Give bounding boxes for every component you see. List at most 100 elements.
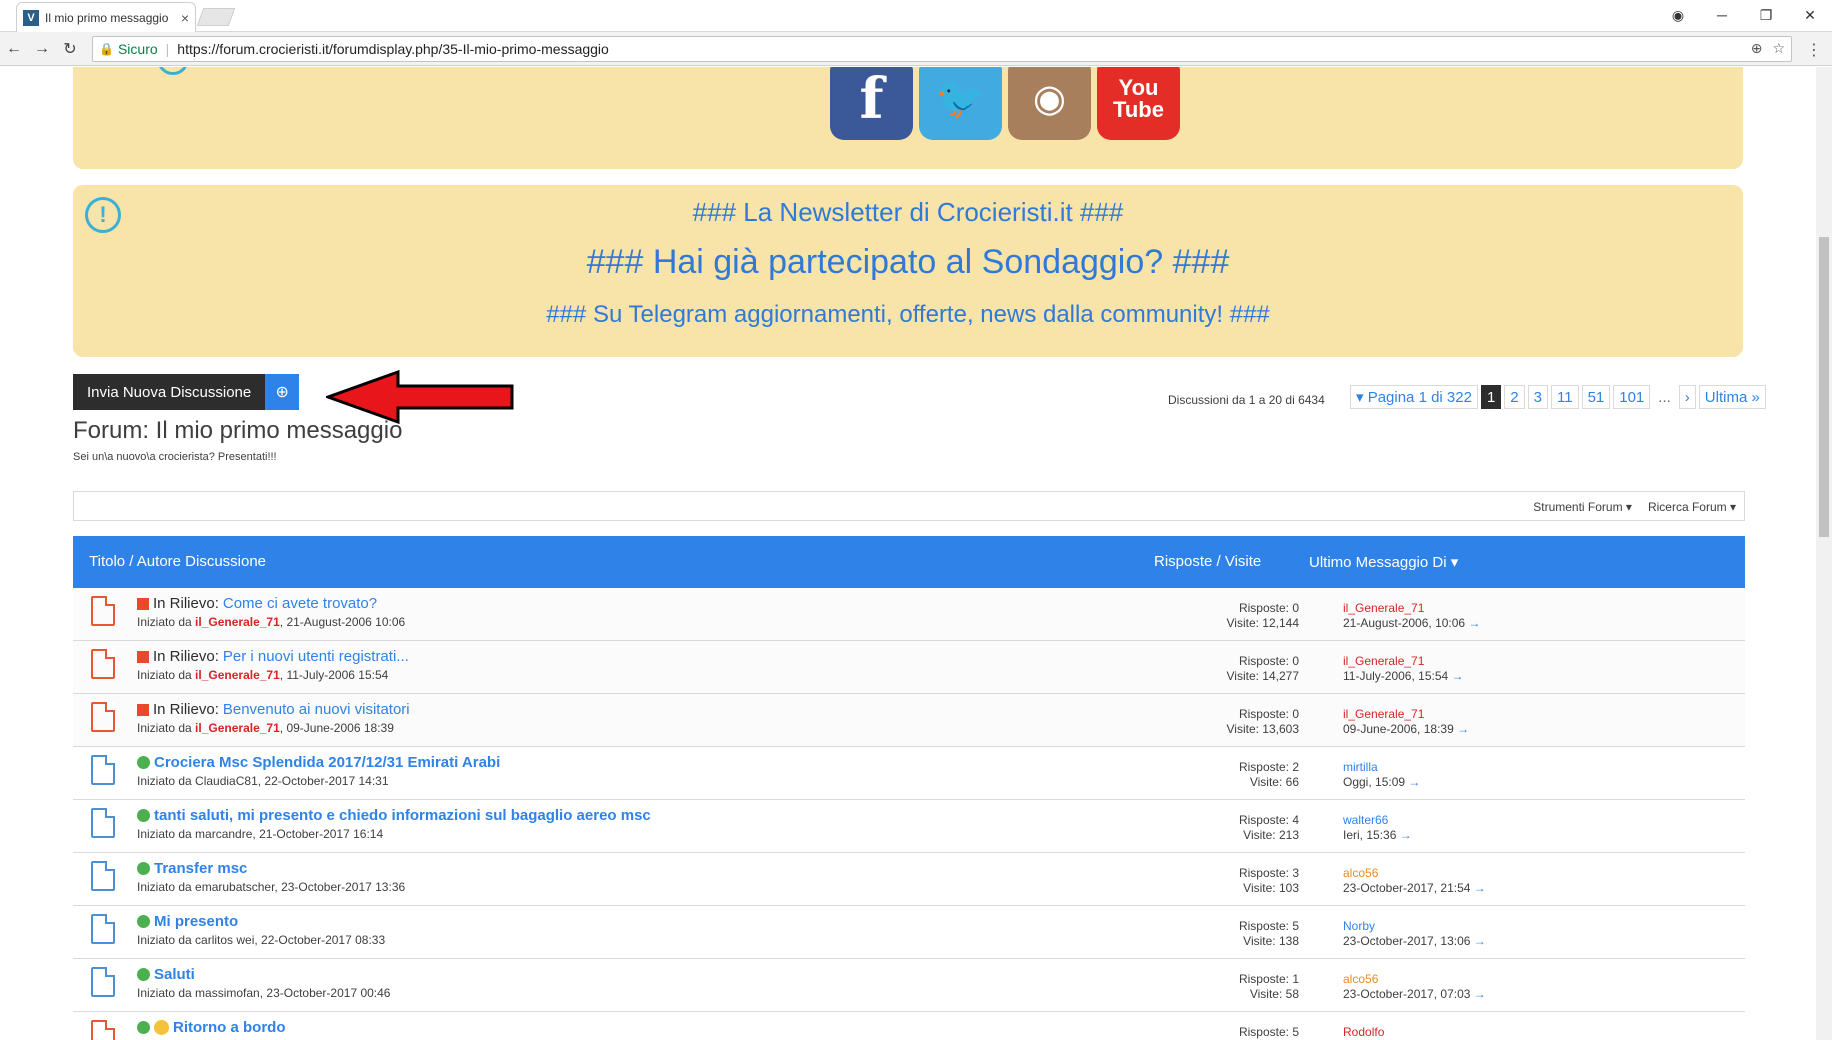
twitter-icon[interactable]: 🐦 xyxy=(919,67,1002,140)
thread-author-line: Iniziato da emarubatscher, 23-October-20… xyxy=(137,880,406,894)
thread-title-link[interactable]: Ritorno a bordo xyxy=(173,1019,286,1036)
last-poster-link[interactable]: alco56 xyxy=(1343,866,1486,881)
next-page-button[interactable]: › xyxy=(1678,385,1696,409)
go-to-last-post-icon[interactable]: → xyxy=(1474,987,1486,1001)
youtube-text-bottom: Tube xyxy=(1113,96,1164,122)
thread-title-link[interactable]: Benvenuto ai nuovi visitatori xyxy=(223,701,410,718)
thread-title-link[interactable]: Per i nuovi utenti registrati... xyxy=(223,648,409,665)
last-poster-link[interactable]: Rodolfo xyxy=(1343,1025,1384,1040)
table-row: Crociera Msc Splendida 2017/12/31 Emirat… xyxy=(73,747,1745,800)
last-poster-link[interactable]: mirtilla xyxy=(1343,760,1420,775)
thread-document-icon xyxy=(91,702,115,732)
views-count: Visite: 12,144 xyxy=(1226,616,1300,630)
last-poster-link[interactable]: Norby xyxy=(1343,919,1486,934)
thread-document-icon xyxy=(91,914,115,944)
thread-table-header: Titolo / Autore Discussione Risposte / V… xyxy=(73,536,1745,588)
telegram-link[interactable]: ### Su Telegram aggiornamenti, offerte, … xyxy=(73,301,1743,329)
instagram-icon[interactable]: ◉ xyxy=(1008,67,1091,140)
replies-count: Risposte: 5 xyxy=(1238,919,1299,933)
last-poster-link[interactable]: il_Generale_71 xyxy=(1343,601,1480,616)
thread-author-line: Iniziato da marcandre, 21-October-2017 1… xyxy=(137,827,384,841)
last-poster-link[interactable]: alco56 xyxy=(1343,972,1486,987)
thread-document-icon xyxy=(91,861,115,891)
thread-title-link[interactable]: Come ci avete trovato? xyxy=(223,595,377,612)
replies-count: Risposte: 1 xyxy=(1238,972,1299,986)
go-to-last-post-icon[interactable]: → xyxy=(1457,722,1469,736)
page-11[interactable]: 11 xyxy=(1550,385,1579,409)
browser-menu-icon[interactable]: ⋮ xyxy=(1806,40,1822,60)
last-poster-link[interactable]: il_Generale_71 xyxy=(1343,707,1469,722)
address-bar[interactable]: 🔒 Sicuro | https://forum.crocieristi.it/… xyxy=(92,36,1792,62)
views-count: Visite: 13,603 xyxy=(1226,722,1300,736)
author-link[interactable]: il_Generale_71 xyxy=(195,668,280,682)
new-post-icon xyxy=(137,756,150,769)
new-tab-button[interactable] xyxy=(196,8,236,26)
bookmark-star-icon[interactable]: ☆ xyxy=(1772,40,1785,57)
page-2[interactable]: 2 xyxy=(1504,385,1525,409)
thread-title-link[interactable]: Mi presento xyxy=(154,913,238,930)
author-prefix: Iniziato da xyxy=(137,668,196,682)
omnibox-actions: ⊕ ☆ xyxy=(1751,40,1785,57)
thread-list: In Rilievo: Come ci avete trovato? Inizia… xyxy=(73,588,1745,1040)
page-1[interactable]: 1 xyxy=(1480,385,1502,409)
author-link[interactable]: il_Generale_71 xyxy=(195,721,280,735)
profile-icon[interactable]: ◉ xyxy=(1656,7,1700,24)
thread-author-line: Iniziato da carlitos wei, 22-October-201… xyxy=(137,933,386,947)
search-forum-dropdown[interactable]: Ricerca Forum ▾ xyxy=(1648,500,1736,514)
new-post-icon xyxy=(137,1021,150,1034)
forum-tools-bar: Strumenti Forum ▾ Ricerca Forum ▾ xyxy=(73,491,1745,521)
plus-circle-icon: ⊕ xyxy=(265,374,300,410)
sort-by-last-post[interactable]: Ultimo Messaggio Di ▾ xyxy=(1309,553,1458,571)
table-row: In Rilievo: Come ci avete trovato? Inizia… xyxy=(73,588,1745,641)
minimize-icon[interactable]: ─ xyxy=(1700,7,1744,23)
last-poster-link[interactable]: walter66 xyxy=(1343,813,1412,828)
survey-link[interactable]: ### Hai già partecipato al Sondaggio? ##… xyxy=(73,243,1743,282)
newsletter-link[interactable]: ### La Newsletter di Crocieristi.it ### xyxy=(73,197,1743,228)
scrollbar-thumb[interactable] xyxy=(1819,237,1829,537)
zoom-icon[interactable]: ⊕ xyxy=(1751,40,1763,57)
last-page-button[interactable]: Ultima » xyxy=(1698,385,1766,409)
thread-title-link[interactable]: Transfer msc xyxy=(154,860,247,877)
thread-title-link[interactable]: Saluti xyxy=(154,966,195,983)
go-to-last-post-icon[interactable]: → xyxy=(1474,881,1486,895)
page-scrollbar[interactable] xyxy=(1816,67,1832,1040)
go-to-last-post-icon[interactable]: → xyxy=(1452,669,1464,683)
go-to-last-post-icon[interactable]: → xyxy=(1400,828,1412,842)
page-101[interactable]: 101 xyxy=(1613,385,1651,409)
replies-count: Risposte: 2 xyxy=(1238,760,1299,774)
forum-tools-dropdown[interactable]: Strumenti Forum ▾ xyxy=(1533,500,1632,514)
last-post-date: Oggi, 15:09 xyxy=(1343,775,1406,789)
page-3[interactable]: 3 xyxy=(1527,385,1548,409)
author-link[interactable]: il_Generale_71 xyxy=(195,615,280,629)
restore-icon[interactable]: ❐ xyxy=(1744,7,1788,24)
replies-count: Risposte: 0 xyxy=(1238,707,1299,721)
page-title: Forum: Il mio primo messaggio xyxy=(73,417,403,444)
sticky-icon xyxy=(137,703,149,716)
thread-document-icon xyxy=(91,967,115,997)
go-to-last-post-icon[interactable]: → xyxy=(1408,775,1420,789)
page-jump-dropdown[interactable]: ▾ Pagina 1 di 322 xyxy=(1350,385,1478,409)
go-to-last-post-icon[interactable]: → xyxy=(1474,934,1486,948)
youtube-icon[interactable]: You Tube xyxy=(1097,67,1180,140)
back-icon[interactable]: ← xyxy=(0,40,28,58)
url-text[interactable]: https://forum.crocieristi.it/forumdispla… xyxy=(177,41,609,57)
table-row: Saluti Iniziato da massimofan, 23-Octobe… xyxy=(73,959,1745,1012)
window-controls: ◉ ─ ❐ ✕ xyxy=(1656,0,1832,30)
sort-by-title[interactable]: Titolo / Autore Discussione xyxy=(89,553,266,570)
last-poster-link[interactable]: il_Generale_71 xyxy=(1343,654,1464,669)
thread-title-link[interactable]: Crociera Msc Splendida 2017/12/31 Emirat… xyxy=(154,754,500,771)
page-51[interactable]: 51 xyxy=(1581,385,1611,409)
forward-icon[interactable]: → xyxy=(28,40,56,58)
new-thread-button[interactable]: Invia Nuova Discussione ⊕ xyxy=(73,374,300,410)
browser-tab[interactable]: V Il mio primo messaggio × xyxy=(16,2,196,32)
thread-title-link[interactable]: tanti saluti, mi presento e chiedo infor… xyxy=(154,807,651,824)
close-window-icon[interactable]: ✕ xyxy=(1788,7,1832,24)
reload-icon[interactable]: ↻ xyxy=(56,39,84,59)
go-to-last-post-icon[interactable]: → xyxy=(1468,616,1480,630)
tab-close-icon[interactable]: × xyxy=(181,10,189,26)
thread-count-info: Discussioni da 1 a 20 di 6434 xyxy=(1168,393,1325,407)
last-post-date: 21-August-2006, 10:06 xyxy=(1343,616,1466,630)
sort-by-replies[interactable]: Risposte / Visite xyxy=(1154,553,1261,570)
facebook-icon[interactable]: f xyxy=(830,67,913,140)
red-arrow-annotation-icon xyxy=(326,370,514,424)
